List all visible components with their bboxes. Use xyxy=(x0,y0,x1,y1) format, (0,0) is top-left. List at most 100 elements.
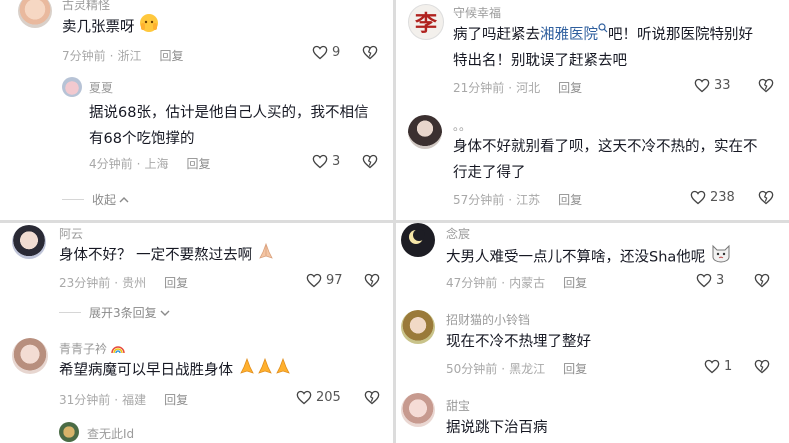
commenter-name[interactable]: 守候幸福 xyxy=(453,4,501,21)
like-button[interactable]: 97 xyxy=(306,273,343,288)
commenter-name[interactable]: 青青子衿 xyxy=(59,340,125,357)
praying-hands-icon xyxy=(238,357,292,384)
commenter-name[interactable]: 招财猫的小铃铛 xyxy=(446,311,530,328)
avatar[interactable] xyxy=(401,223,435,257)
commenter-name[interactable]: 念宸 xyxy=(446,225,470,242)
broken-heart-icon xyxy=(754,273,770,288)
like-count: 9 xyxy=(332,45,341,60)
comment-time: 4分钟前 xyxy=(89,157,133,171)
avatar[interactable] xyxy=(12,338,48,374)
commenter-name[interactable]: 查无此Id xyxy=(87,425,134,442)
comment-location: 上海 xyxy=(144,157,169,171)
comment-text-content: 希望病魔可以早日战胜身体 xyxy=(59,362,233,379)
comment-location: 黑龙江 xyxy=(509,362,546,376)
avatar[interactable] xyxy=(59,422,79,442)
comment-time: 7分钟前 xyxy=(62,49,106,63)
expand-label: 展开3条回复 xyxy=(89,306,157,320)
comment-meta: 31分钟前 · 福建 回复 xyxy=(59,391,189,408)
hospital-link[interactable]: 湘雅医院 xyxy=(540,27,598,43)
collapse-replies-button[interactable]: 收起 xyxy=(62,191,129,208)
avatar[interactable] xyxy=(401,310,435,344)
reply-button[interactable]: 回复 xyxy=(164,274,188,291)
dislike-button[interactable] xyxy=(362,154,378,173)
like-button[interactable]: 3 xyxy=(312,154,340,169)
broken-heart-icon xyxy=(758,78,774,93)
expand-replies-button[interactable]: 展开3条回复 xyxy=(59,304,170,321)
commenter-name[interactable]: 甜宝 xyxy=(446,397,470,414)
comment-text: 希望病魔可以早日战胜身体 xyxy=(59,357,292,384)
avatar[interactable] xyxy=(12,225,46,259)
comment-text-line: 据说跳下治百病 xyxy=(446,420,548,436)
like-button[interactable]: 205 xyxy=(296,390,341,405)
commenter-name[interactable]: 阿云 xyxy=(59,225,83,242)
comment-meta: 47分钟前 · 内蒙古 回复 xyxy=(446,274,588,291)
praying-hands-icon xyxy=(257,242,275,269)
comment-time: 21分钟前 xyxy=(453,81,505,95)
comment-text-line: 据说68张，估计是他自己人买的，我不相信 xyxy=(89,105,369,121)
divider xyxy=(62,199,84,200)
comment-text-line: 行走了得了 xyxy=(453,165,526,181)
like-count: 3 xyxy=(716,273,725,288)
comment-text: 大男人难受一点儿不算啥，还没Sha他呢 xyxy=(446,243,732,272)
comment-text-line: 特出名！别耽误了赶紧去吧 xyxy=(453,53,627,69)
comment-meta: 23分钟前 · 贵州 回复 xyxy=(59,274,189,291)
comment-text-content: 身体不好？ 一定不要熬过去啊 xyxy=(59,247,253,264)
dislike-button[interactable] xyxy=(364,390,380,409)
dislike-button[interactable] xyxy=(364,273,380,292)
avatar[interactable]: 李 xyxy=(408,4,444,40)
commenter-name[interactable]: 古灵精怪 xyxy=(62,0,110,13)
comment-time: 23分钟前 xyxy=(59,276,111,290)
reply-button[interactable]: 回复 xyxy=(558,79,582,96)
dislike-button[interactable] xyxy=(754,273,770,292)
reply-button[interactable]: 回复 xyxy=(563,360,587,377)
reply-button[interactable]: 回复 xyxy=(164,391,188,408)
like-button[interactable]: 1 xyxy=(704,359,732,374)
commenter-name[interactable]: 。。 xyxy=(453,117,471,134)
comment-text-line: 现在不冷不热埋了整好 xyxy=(446,334,591,350)
dislike-button[interactable] xyxy=(758,190,774,209)
avatar[interactable] xyxy=(18,0,52,28)
comment-meta: 57分钟前 · 江苏 回复 xyxy=(453,191,583,208)
comment-meta: 50分钟前 · 黑龙江 回复 xyxy=(446,360,588,377)
chevron-up-icon xyxy=(119,196,129,202)
comment-meta: 7分钟前 · 浙江 回复 xyxy=(62,47,184,64)
dislike-button[interactable] xyxy=(758,78,774,97)
reply-button[interactable]: 回复 xyxy=(563,274,587,291)
broken-heart-icon xyxy=(364,390,380,405)
comment-text-line: 有68个吃饱撑的 xyxy=(89,131,195,147)
comment-text-content: 病了吗赶紧去 xyxy=(453,27,540,43)
reply-button[interactable]: 回复 xyxy=(159,47,183,64)
comment-text-content: 大男人难受一点儿不算啥，还没Sha他呢 xyxy=(446,249,706,266)
like-button[interactable]: 3 xyxy=(696,273,724,288)
search-icon xyxy=(598,23,608,33)
reply-button[interactable]: 回复 xyxy=(186,155,210,172)
commenter-name-text: 青青子衿 xyxy=(59,342,108,356)
comment-time: 50分钟前 xyxy=(446,362,498,376)
like-count: 97 xyxy=(326,273,343,288)
like-button[interactable]: 238 xyxy=(690,190,735,205)
comment-location: 福建 xyxy=(122,393,147,407)
like-count: 238 xyxy=(710,190,735,205)
avatar[interactable] xyxy=(62,77,82,97)
like-count: 3 xyxy=(332,154,341,169)
comment-panel-1: 古灵精怪 卖几张票呀 7分钟前 · 浙江 回复 9 夏夏 据说68张，估计是他自己人… xyxy=(0,0,393,220)
comment-location: 江苏 xyxy=(516,193,541,207)
heart-icon xyxy=(312,45,328,60)
comment-text-line: 身体不好就别看了呗，这天不冷不热的，实在不 xyxy=(453,139,758,155)
avatar[interactable] xyxy=(408,115,442,149)
dislike-button[interactable] xyxy=(362,45,378,64)
heart-icon xyxy=(312,154,328,169)
reply-button[interactable]: 回复 xyxy=(558,191,582,208)
dislike-button[interactable] xyxy=(754,359,770,378)
comment-location: 内蒙古 xyxy=(509,276,546,290)
comment-text-content: 卖几张票呀 xyxy=(62,19,135,36)
like-button[interactable]: 9 xyxy=(312,45,340,60)
broken-heart-icon xyxy=(754,359,770,374)
like-button[interactable]: 33 xyxy=(694,78,731,93)
face-emoji-icon xyxy=(139,13,159,42)
avatar[interactable] xyxy=(401,393,435,427)
like-count: 205 xyxy=(316,390,341,405)
broken-heart-icon xyxy=(362,45,378,60)
heart-icon xyxy=(690,190,706,205)
commenter-name[interactable]: 夏夏 xyxy=(89,79,113,96)
